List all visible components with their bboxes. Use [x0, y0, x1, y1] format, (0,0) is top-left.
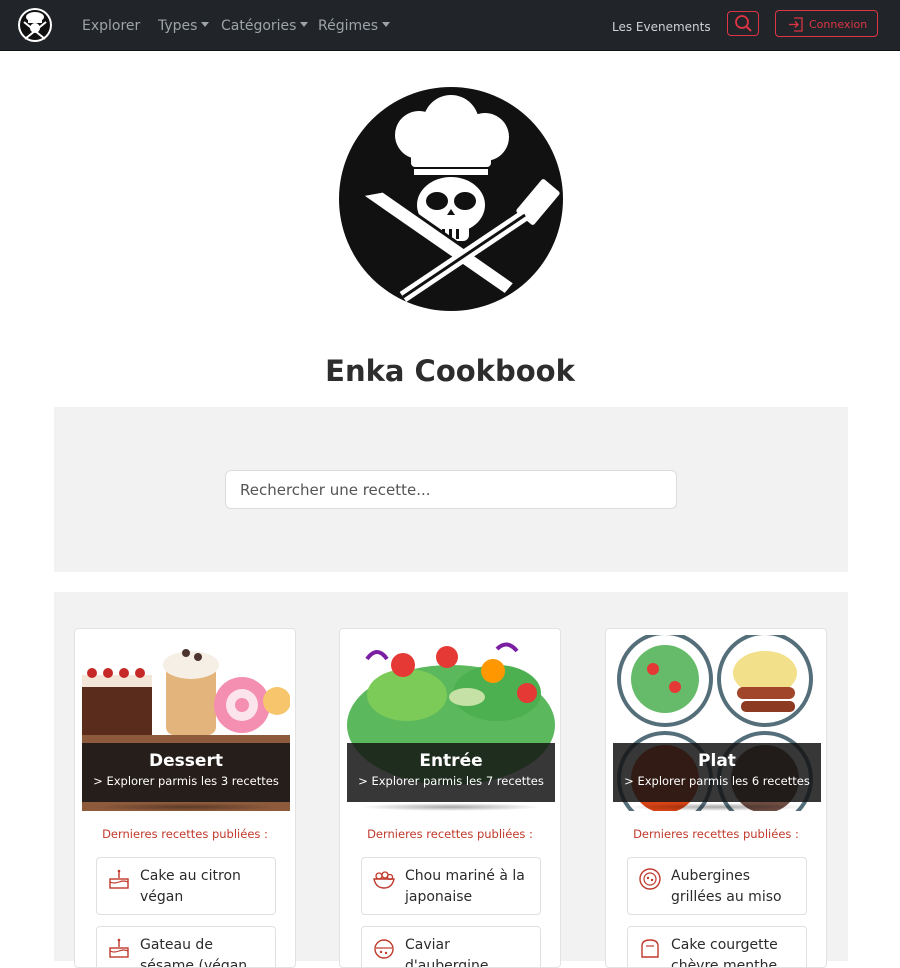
recipe-name: Cake courgette chèvre menthe	[671, 937, 778, 968]
category-title: Plat	[698, 751, 736, 771]
recipe-item[interactable]: Caviar d'aubergine	[361, 926, 541, 968]
recipe-item[interactable]: Gateau de sésame (végan et...	[96, 926, 276, 968]
latest-recipes-label: Dernieres recettes publiées :	[633, 827, 799, 841]
recipe-item[interactable]: Cake courgette chèvre menthe	[627, 926, 807, 968]
search-button[interactable]	[727, 11, 759, 36]
recipe-name: Caviar d'aubergine	[405, 937, 489, 968]
chef-skull-logo-icon[interactable]	[15, 7, 55, 43]
category-title: Entrée	[419, 751, 483, 771]
recipe-item[interactable]: Chou mariné à la japonaise	[361, 857, 541, 915]
login-button[interactable]: Connexion	[775, 10, 878, 37]
search-icon	[735, 15, 752, 32]
cake-icon	[109, 869, 129, 889]
image-shadow	[95, 803, 277, 811]
bowl-icon	[374, 939, 394, 959]
category-card-entree[interactable]: Entrée > Explorer parmis les 7 recettes …	[339, 628, 561, 968]
nav-events[interactable]: Les Evenements	[612, 20, 711, 34]
recipe-name: Gateau de sésame (végan et...	[140, 937, 248, 968]
recipe-name: Cake au citron végan	[140, 868, 241, 905]
latest-recipes-label: Dernieres recettes publiées :	[367, 827, 533, 841]
category-banner: Dessert > Explorer parmis les 3 recettes	[82, 743, 290, 802]
site-title: Enka Cookbook	[325, 354, 575, 388]
nav-types-dropdown[interactable]: Types	[158, 18, 209, 34]
category-card-plat[interactable]: Plat > Explorer parmis les 6 recettes De…	[605, 628, 827, 968]
chef-skull-logo-icon	[339, 87, 563, 311]
category-banner: Entrée > Explorer parmis les 7 recettes	[347, 743, 555, 802]
recipe-item[interactable]: Aubergines grillées au miso	[627, 857, 807, 915]
latest-recipes-label: Dernieres recettes publiées :	[102, 827, 268, 841]
login-label: Connexion	[809, 18, 868, 31]
salad-bowl-icon	[373, 871, 395, 889]
image-shadow	[360, 803, 542, 811]
recipe-search-input[interactable]	[225, 470, 677, 509]
recipe-name: Aubergines grillées au miso	[671, 868, 782, 905]
recipe-item[interactable]: Cake au citron végan	[96, 857, 276, 915]
image-shadow	[626, 803, 808, 811]
login-icon	[789, 17, 803, 32]
navbar: Explorer Types Catégories Régimes Les Ev…	[0, 0, 900, 51]
nav-regimes-dropdown[interactable]: Régimes	[318, 18, 390, 34]
category-title: Dessert	[149, 751, 223, 771]
category-card-dessert[interactable]: Dessert > Explorer parmis les 3 recettes…	[74, 628, 296, 968]
category-banner: Plat > Explorer parmis les 6 recettes	[613, 743, 821, 802]
cake-icon	[109, 938, 129, 958]
nav-explorer[interactable]: Explorer	[82, 18, 140, 34]
category-explore-link[interactable]: > Explorer parmis les 3 recettes	[82, 774, 290, 788]
nav-categories-dropdown[interactable]: Catégories	[221, 18, 308, 34]
dish-icon	[639, 868, 661, 890]
category-explore-link[interactable]: > Explorer parmis les 6 recettes	[613, 774, 821, 788]
bread-icon	[641, 939, 659, 958]
recipe-name: Chou mariné à la japonaise	[405, 868, 525, 905]
category-explore-link[interactable]: > Explorer parmis les 7 recettes	[347, 774, 555, 788]
